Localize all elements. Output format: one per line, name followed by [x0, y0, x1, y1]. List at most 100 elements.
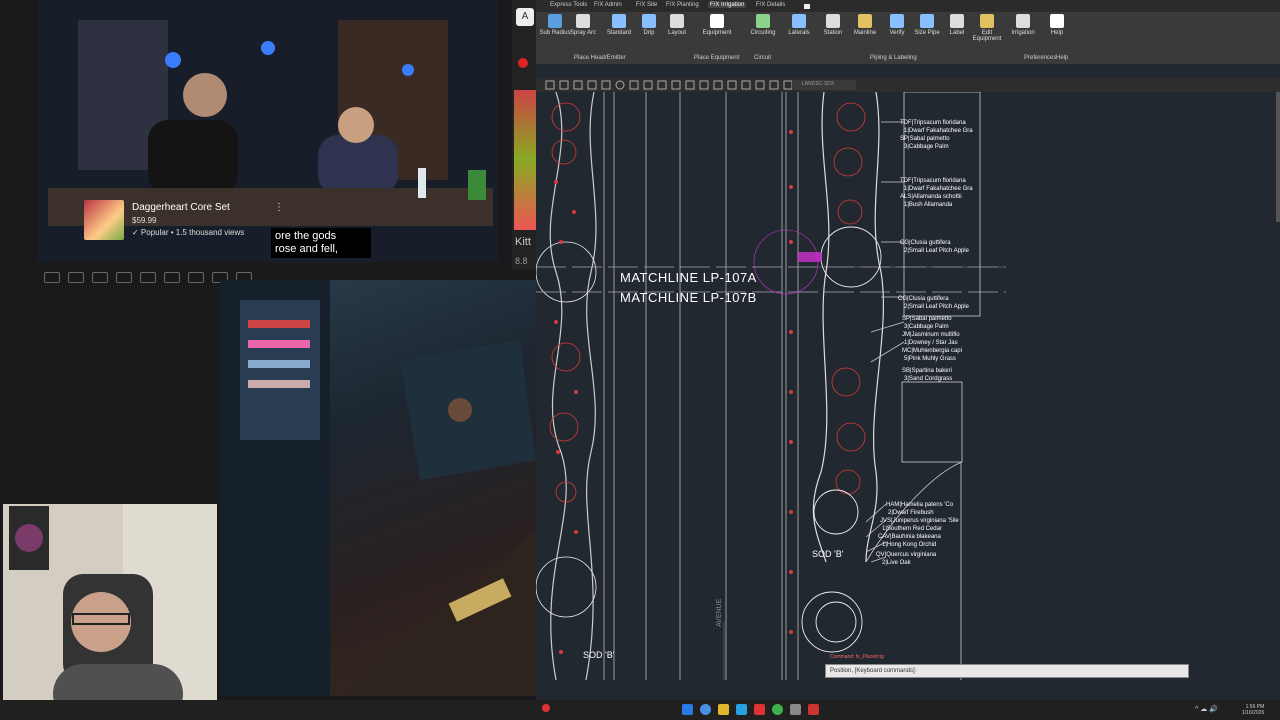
- cad-drawing-canvas[interactable]: MATCHLINE LP-107A MATCHLINE LP-107B SOD …: [536, 92, 1280, 680]
- quick-toolbar-icons: [545, 80, 856, 90]
- toolbar-icon[interactable]: [92, 272, 108, 283]
- equipment-icon: [710, 14, 724, 28]
- edge-icon[interactable]: [736, 704, 747, 715]
- sod-label-right: SOD 'B': [812, 549, 844, 559]
- ribbon-button-mainline[interactable]: Mainline: [848, 14, 882, 36]
- drawing-scrollbar[interactable]: [1276, 92, 1280, 222]
- sprinkler-icon: [548, 14, 562, 28]
- autocad-icon[interactable]: [808, 704, 819, 715]
- plant-label: QV|Quercus virginiana: [876, 552, 937, 558]
- ribbon-button-size-pipe[interactable]: Size Pipe: [910, 14, 944, 36]
- ribbon-button-label[interactable]: Label: [940, 14, 974, 36]
- record-app-icon[interactable]: [754, 704, 765, 715]
- promo-thumbnail: [84, 200, 124, 240]
- toolbar-icon[interactable]: [188, 272, 204, 283]
- ribbon-button-label: Label: [949, 30, 965, 36]
- ribbon-button-label: Laterals: [788, 30, 810, 36]
- clock-date: 1/16/2026: [1242, 710, 1265, 716]
- verify-icon: [890, 14, 904, 28]
- plant-label: TDF|Tripsacum floridana: [900, 178, 966, 184]
- tab-fx-details[interactable]: F/X Details: [756, 2, 785, 8]
- plant-label: SB|Spartina bakeri: [902, 368, 952, 374]
- ribbon-group-label: Place Head/Emitter: [574, 55, 626, 61]
- tab-express-tools[interactable]: Express Tools: [550, 2, 587, 8]
- ribbon-group-label: Preferences: [1024, 55, 1057, 61]
- start-icon[interactable]: [682, 704, 693, 715]
- plant-label: 1|Dwarf Fakahatchee Gra: [904, 186, 973, 192]
- ribbon-button-label: Mainline: [853, 30, 877, 36]
- plant-label: 1|Hong Kong Orchid: [882, 542, 937, 548]
- side-label: Kitt: [515, 236, 531, 248]
- laterals-icon: [792, 14, 806, 28]
- ribbon-button-laterals[interactable]: Laterals: [782, 14, 816, 36]
- drip-icon: [642, 14, 656, 28]
- promo-title: Daggerheart Core Set: [132, 202, 230, 213]
- plant-label: 5|Pink Muhly Grass: [904, 356, 956, 362]
- folder-icon[interactable]: [718, 704, 729, 715]
- app-record-icon[interactable]: [542, 704, 550, 712]
- plant-label: CG|Clusia guttifera: [900, 240, 951, 246]
- ribbon-button-label: Station: [823, 30, 843, 36]
- ribbon-group-label: Place Equipment: [694, 55, 740, 61]
- ribbon-button-label: Verify: [889, 30, 905, 36]
- ribbon-button-verify[interactable]: Verify: [880, 14, 914, 36]
- ribbon-button-spray-arc[interactable]: Spray Arc: [566, 14, 600, 36]
- label-icon: [950, 14, 964, 28]
- toolbar-icon[interactable]: [140, 272, 156, 283]
- plant-label: 1|Dwarf Fakahatchee Gra: [904, 128, 973, 134]
- side-sub-label: 8.8: [515, 256, 528, 266]
- matchline-a: MATCHLINE LP-107A: [620, 270, 757, 285]
- toolbar-icon[interactable]: [44, 272, 60, 283]
- station-icon: [826, 14, 840, 28]
- ribbon-button-standard[interactable]: Standard: [602, 14, 636, 36]
- plant-label: SP|Sabal palmetto: [902, 316, 952, 322]
- arc-icon: [576, 14, 590, 28]
- plant-label: 2|Live Oak: [882, 560, 911, 566]
- caption-line-1: ore the gods: [275, 230, 337, 242]
- ribbon-button-circuiting[interactable]: Circuiting: [746, 14, 780, 36]
- tab-fx-admin[interactable]: F/X Admin: [594, 2, 622, 8]
- app-icon[interactable]: [790, 704, 801, 715]
- side-thumbnail: [514, 90, 536, 230]
- ribbon-button-layout[interactable]: Layout: [660, 14, 694, 36]
- toolbar-icon[interactable]: [68, 272, 84, 283]
- plant-label: 2|Small Leaf Pitch Apple: [904, 248, 969, 254]
- ribbon-button-label: Drip: [643, 30, 655, 36]
- ribbon-group-label: Piping & Labeling: [870, 55, 917, 61]
- system-tray[interactable]: ^ ☁ 🔊: [1195, 705, 1218, 713]
- ribbon-button-label: Equipment: [702, 30, 732, 36]
- ribbon-button-label: Help: [1050, 30, 1064, 36]
- tab-fx-site[interactable]: F/X Site: [636, 2, 657, 8]
- quick-toolbar: LANDSC-SD3: [536, 78, 1280, 92]
- plant-label: 3|Sand Cordgrass: [904, 376, 953, 382]
- ribbon-button-label: Circuiting: [750, 30, 776, 36]
- toolbar-icon[interactable]: [164, 272, 180, 283]
- clock[interactable]: 1:56 PM 1/16/2026: [1242, 704, 1264, 716]
- tab-fx-planting[interactable]: F/X Planting: [666, 2, 699, 8]
- ribbon-tab-bar: Express Tools F/X Admin F/X Site F/X Pla…: [536, 0, 1280, 12]
- tab-more-icon[interactable]: [804, 4, 810, 9]
- more-options-icon[interactable]: ⋮: [274, 202, 284, 213]
- ribbon-button-edit-equipment[interactable]: Edit Equipment: [970, 14, 1004, 42]
- ribbon-button-help[interactable]: Help: [1040, 14, 1074, 36]
- chrome-icon[interactable]: [772, 704, 783, 715]
- stream-video-panel[interactable]: Daggerheart Core Set $59.99 ✓ Popular • …: [38, 0, 498, 262]
- ribbon-button-label: Edit Equipment: [972, 30, 1002, 42]
- tab-fx-irrigation[interactable]: F/X Irrigation: [708, 2, 747, 8]
- ribbon-button-irrigation[interactable]: Irrigation: [1006, 14, 1040, 36]
- command-line-input[interactable]: Position, [Keyboard commands]:: [825, 664, 1189, 678]
- toolbar-icon[interactable]: [116, 272, 132, 283]
- plant-label: HAM|Hamelia patens 'Co: [886, 502, 954, 508]
- video-caption: ore the gods rose and fell,: [271, 228, 371, 258]
- search-icon[interactable]: [700, 704, 711, 715]
- plant-label: CAV|Bauhinia blakeana: [878, 534, 941, 540]
- side-chip[interactable]: A: [516, 8, 534, 26]
- ribbon-button-label: Standard: [606, 30, 632, 36]
- ribbon-button-equipment[interactable]: Equipment: [700, 14, 734, 36]
- drawing-tab-label[interactable]: LANDSC-SD3: [802, 81, 834, 87]
- ribbon-group-label: Help: [1056, 55, 1069, 61]
- merch-promo[interactable]: Daggerheart Core Set $59.99 ✓ Popular • …: [84, 200, 284, 240]
- game-scene-art: [220, 280, 536, 696]
- plant-label: 2|Small Leaf Pitch Apple: [904, 304, 969, 310]
- ribbon-button-station[interactable]: Station: [816, 14, 850, 36]
